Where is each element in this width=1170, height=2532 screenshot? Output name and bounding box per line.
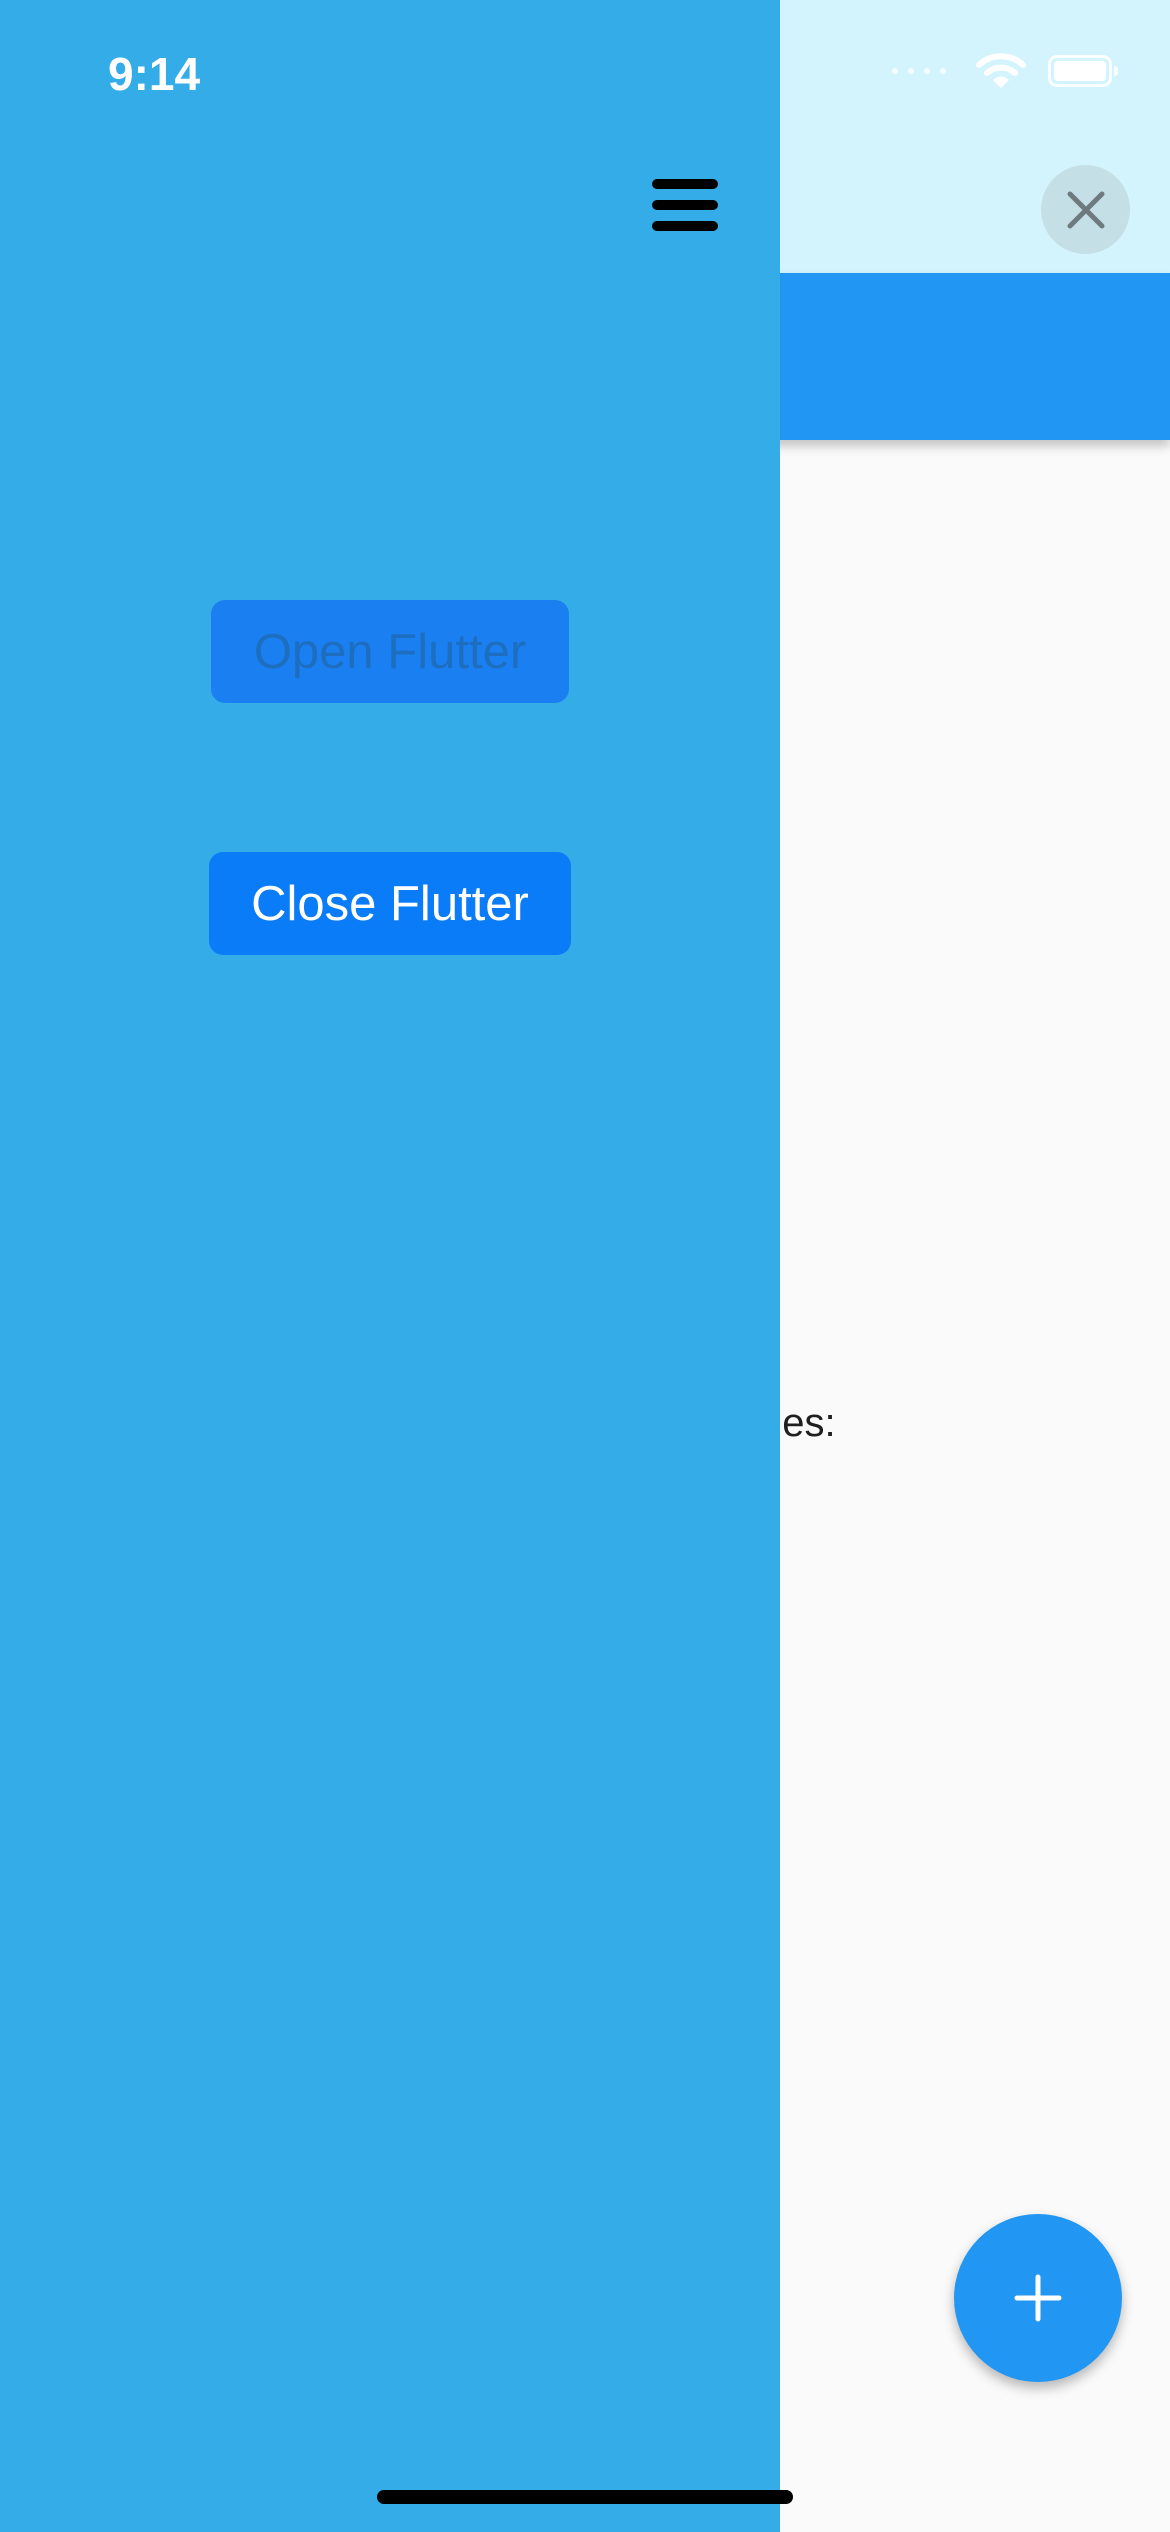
wifi-icon	[976, 53, 1026, 88]
hamburger-menu-icon	[652, 179, 718, 231]
battery-icon	[1048, 55, 1118, 87]
screen: ge many times: Open Flutter Close Flutte…	[0, 0, 1170, 2532]
status-time: 9:14	[108, 48, 201, 100]
native-side-panel: Open Flutter Close Flutter	[0, 0, 780, 2532]
close-icon	[1067, 191, 1104, 228]
cellular-signal-icon	[892, 68, 946, 74]
home-indicator[interactable]	[377, 2490, 793, 2504]
plus-icon	[1014, 2274, 1062, 2322]
close-flutter-native-button[interactable]: Close Flutter	[209, 852, 571, 955]
menu-button[interactable]	[640, 170, 730, 240]
increment-fab[interactable]	[954, 2214, 1122, 2382]
open-flutter-button[interactable]: Open Flutter	[211, 600, 569, 703]
close-flutter-button[interactable]	[1041, 165, 1130, 254]
status-indicators	[892, 52, 1118, 90]
